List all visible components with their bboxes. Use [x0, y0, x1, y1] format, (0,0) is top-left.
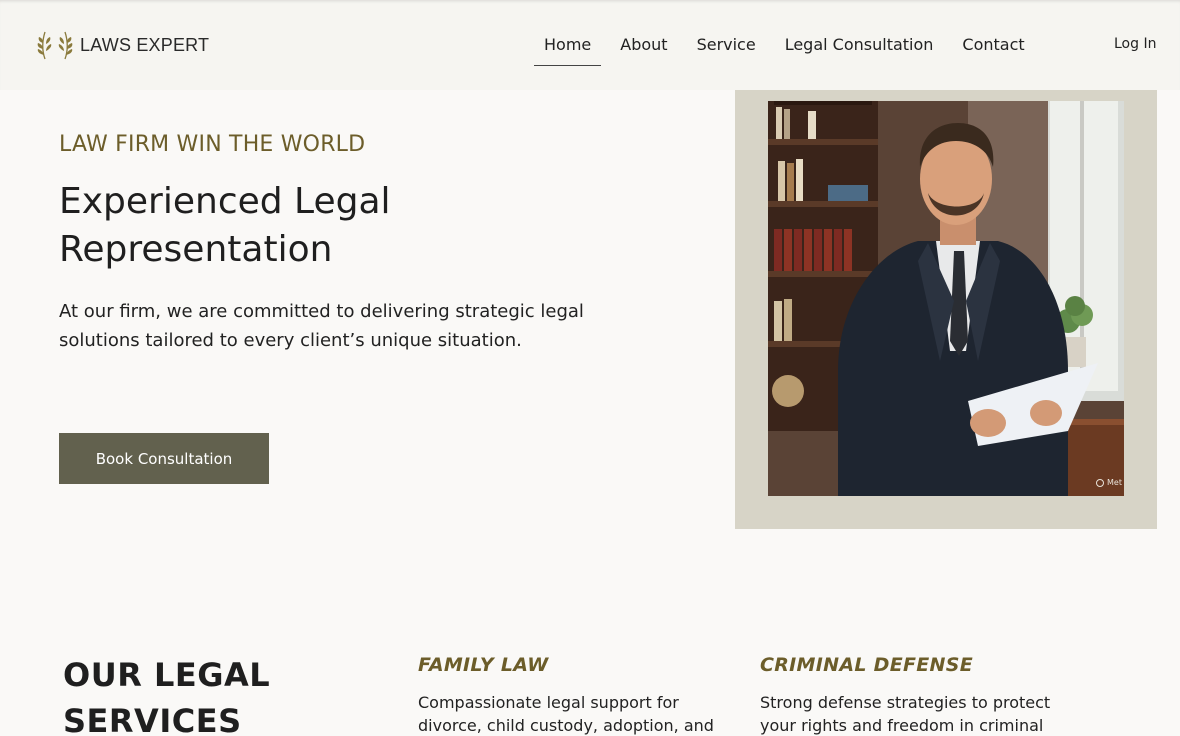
services-title: OUR LEGAL SERVICES: [63, 652, 363, 736]
services-title-line-2: SERVICES: [63, 702, 242, 736]
service-title: FAMILY LAW: [418, 654, 549, 676]
nav-service[interactable]: Service: [687, 26, 766, 66]
nav-home[interactable]: Home: [534, 26, 602, 66]
main-nav: Home About Service Legal Consultation Co…: [534, 26, 1035, 66]
service-card-criminal-defense: CRIMINAL DEFENSE Strong defense strategi…: [760, 654, 1060, 736]
laurel-icon: [36, 29, 74, 61]
service-description: Strong defense strategies to protect you…: [760, 693, 1051, 735]
site-header: LAWS EXPERT Home About Service Legal Con…: [0, 0, 1180, 90]
service-description: Compassionate legal support for divorce,…: [418, 693, 714, 735]
hero-title-line-1: Experienced Legal: [59, 181, 391, 222]
lawyer-photo: Met: [768, 101, 1124, 496]
badge-icon: [1096, 478, 1105, 487]
login-link[interactable]: Log In: [1114, 36, 1156, 52]
service-title: CRIMINAL DEFENSE: [760, 654, 974, 676]
service-card-family-law: FAMILY LAW Compassionate legal support f…: [418, 654, 718, 736]
hero-title-line-2: Representation: [59, 229, 333, 270]
nav-about[interactable]: About: [610, 26, 677, 66]
services-title-line-1: OUR LEGAL: [63, 656, 271, 694]
logo[interactable]: LAWS EXPERT: [36, 29, 209, 61]
photo-badge: Met: [1096, 478, 1122, 487]
hero-eyebrow: LAW FIRM WIN THE WORLD: [59, 132, 366, 157]
photo-badge-text: Met: [1107, 478, 1122, 487]
logo-text: LAWS EXPERT: [80, 34, 210, 55]
hero-description: At our firm, we are committed to deliver…: [59, 301, 584, 351]
hero-title: Experienced Legal Representation: [59, 178, 579, 274]
nav-contact[interactable]: Contact: [952, 26, 1034, 66]
hero-image-frame: Met: [735, 90, 1157, 529]
book-consultation-button[interactable]: Book Consultation: [59, 433, 269, 484]
nav-legal-consultation[interactable]: Legal Consultation: [775, 26, 944, 66]
